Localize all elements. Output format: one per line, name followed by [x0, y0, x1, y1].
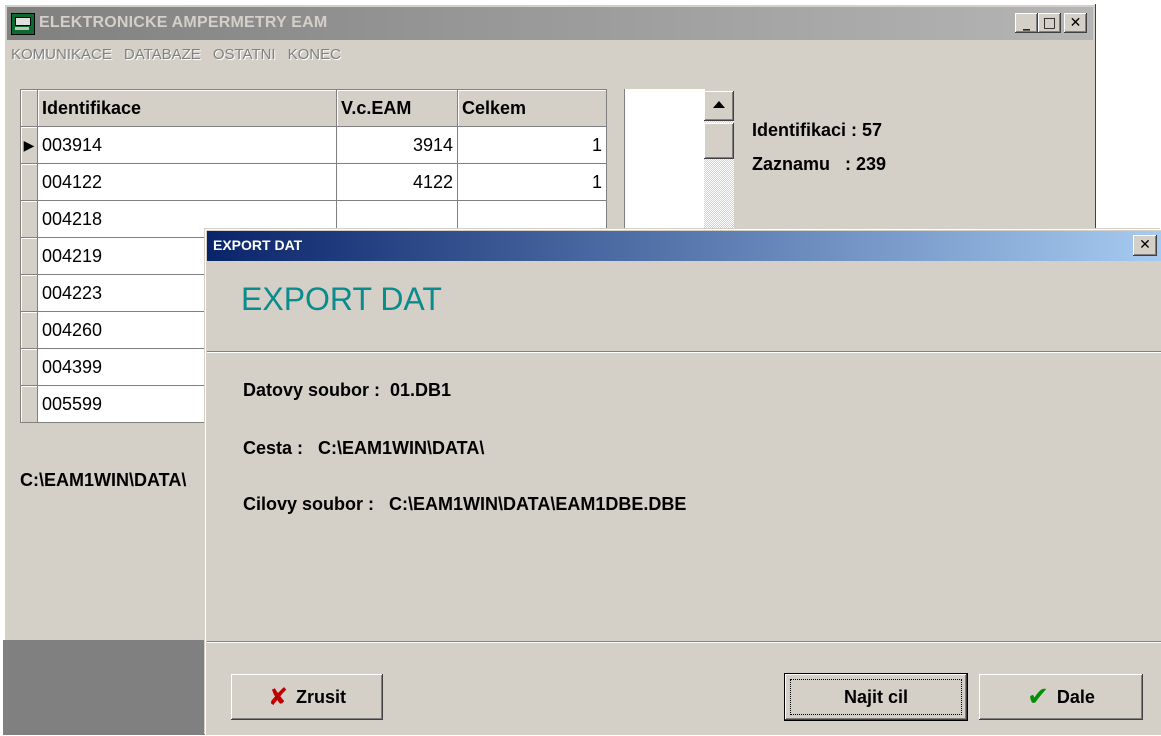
- cell-identifikace[interactable]: 003914: [37, 126, 337, 164]
- grid-corner: [20, 89, 38, 127]
- row-indicator: ▶: [20, 126, 38, 164]
- menu-konec[interactable]: KONEC: [284, 46, 349, 63]
- cell-vc-eam[interactable]: 3914: [336, 126, 458, 164]
- cell-celkem[interactable]: 1: [457, 126, 607, 164]
- main-titlebar[interactable]: ELEKTRONICKE AMPERMETRY EAM _ □ ✕: [7, 7, 1093, 40]
- grid-header-row: Identifikace V.c.EAM Celkem: [20, 89, 607, 127]
- maximize-icon: □: [1042, 15, 1057, 31]
- dialog-title: EXPORT DAT: [213, 237, 303, 253]
- minimize-button[interactable]: _: [1015, 13, 1038, 33]
- dialog-close-button[interactable]: ✕: [1133, 235, 1157, 256]
- cell-identifikace[interactable]: 004122: [37, 163, 337, 201]
- row-indicator: [20, 274, 38, 312]
- close-icon: ✕: [1069, 15, 1082, 31]
- app-icon: [11, 13, 35, 35]
- dialog-footer: ✘ Zrusit Najit cil ✔ Dale: [207, 641, 1161, 736]
- check-icon: ✔: [1027, 682, 1049, 712]
- dialog-titlebar[interactable]: EXPORT DAT ✕: [207, 231, 1161, 261]
- cesta-info: Cesta : C:\EAM1WIN\DATA\: [243, 438, 485, 458]
- menu-komunikace[interactable]: KOMUNIKACE: [7, 46, 120, 63]
- focus-rect: [790, 679, 962, 715]
- dialog-heading: EXPORT DAT: [241, 281, 442, 317]
- najit-cil-button[interactable]: Najit cil: [785, 674, 967, 720]
- cilovy-soubor-info: Cilovy soubor : C:\EAM1WIN\DATA\EAM1DBE.…: [243, 494, 687, 514]
- col-header-vc-eam[interactable]: V.c.EAM: [336, 89, 458, 127]
- table-row[interactable]: 004122 4122 1: [20, 163, 607, 201]
- row-indicator: [20, 385, 38, 423]
- dale-label: Dale: [1056, 686, 1095, 707]
- maximize-button[interactable]: □: [1038, 13, 1061, 33]
- menu-databaze[interactable]: DATABAZE: [120, 46, 209, 63]
- dale-button[interactable]: ✔ Dale: [979, 674, 1143, 720]
- cell-vc-eam[interactable]: 4122: [336, 163, 458, 201]
- table-row[interactable]: ▶ 003914 3914 1: [20, 126, 607, 164]
- dialog-header: EXPORT DAT: [207, 261, 1161, 352]
- export-dialog: EXPORT DAT ✕ EXPORT DAT Datovy soubor : …: [205, 229, 1161, 735]
- main-window-title: ELEKTRONICKE AMPERMETRY EAM: [39, 14, 328, 31]
- stats-panel: Identifikaci : 57 Zaznamu : 239: [752, 120, 886, 188]
- row-indicator: [20, 311, 38, 349]
- scroll-up-button[interactable]: [704, 91, 734, 121]
- datovy-soubor-info: Datovy soubor : 01.DB1: [243, 380, 452, 400]
- col-header-celkem[interactable]: Celkem: [457, 89, 607, 127]
- row-indicator: [20, 348, 38, 386]
- menubar: KOMUNIKACE DATABAZE OSTATNI KONEC: [7, 40, 1093, 68]
- minimize-icon: _: [1023, 15, 1030, 31]
- row-indicator: [20, 163, 38, 201]
- zrusit-label: Zrusit: [296, 686, 347, 707]
- zrusit-button[interactable]: ✘ Zrusit: [231, 674, 383, 720]
- window-controls: _ □ ✕: [1015, 13, 1087, 33]
- menu-ostatni[interactable]: OSTATNI: [209, 46, 284, 63]
- current-row-arrow-icon: ▶: [23, 136, 35, 153]
- data-path-label: C:\EAM1WIN\DATA\: [20, 470, 187, 490]
- cross-icon: ✘: [267, 683, 289, 711]
- zaznamu-count: Zaznamu : 239: [752, 154, 887, 174]
- col-header-identifikace[interactable]: Identifikace: [37, 89, 337, 127]
- arrow-up-icon: [713, 101, 725, 108]
- close-button[interactable]: ✕: [1064, 13, 1087, 33]
- identifikaci-count: Identifikaci : 57: [752, 120, 883, 140]
- close-icon: ✕: [1139, 237, 1151, 253]
- scroll-thumb[interactable]: [704, 123, 734, 159]
- row-indicator: [20, 237, 38, 275]
- row-indicator: [20, 200, 38, 238]
- cell-celkem[interactable]: 1: [457, 163, 607, 201]
